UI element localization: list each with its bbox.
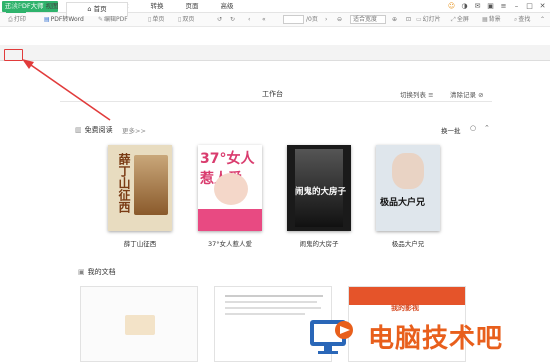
doc-text-line xyxy=(225,313,305,315)
doc-title-3: 我的影视 xyxy=(391,304,419,312)
word-icon: ▤ xyxy=(44,16,50,23)
doc-text-line xyxy=(225,301,317,303)
minimize-icon[interactable]: – xyxy=(511,1,522,12)
close-icon[interactable]: ✕ xyxy=(537,1,548,12)
book-title-4[interactable]: 极品大户兄 xyxy=(363,238,453,248)
menu-icon[interactable]: ≡ xyxy=(498,1,509,12)
more-link[interactable]: 更多>> xyxy=(122,125,146,135)
tab-home[interactable]: ⌂ 首页 xyxy=(66,2,128,16)
docs-icon: ▣ xyxy=(78,268,85,276)
print-icon: ⎙ xyxy=(8,16,13,23)
book-cover-illustration-1 xyxy=(134,155,168,215)
book-cover-title-1: 薛丁山征西 xyxy=(117,153,131,213)
background-icon: ▦ xyxy=(482,16,488,23)
edit-icon: ✎ xyxy=(98,16,104,23)
user-icon[interactable]: ☺ xyxy=(446,1,457,12)
highlight-box xyxy=(4,49,23,61)
switch-list-button[interactable]: 切换列表 ≡ xyxy=(400,89,434,99)
menu-tab-advanced[interactable]: 高级 xyxy=(217,0,237,13)
book-cover-portrait-2 xyxy=(214,173,248,205)
watermark-logo xyxy=(304,316,360,356)
clear-history-button[interactable]: 清除记录 ⊘ xyxy=(450,89,484,99)
search-icon: ⌕ xyxy=(514,16,518,23)
book-title-3[interactable]: 闹鬼的大房子 xyxy=(274,238,364,248)
list-icon: ≡ xyxy=(428,91,434,99)
single-page-icon: ▯ xyxy=(148,16,152,23)
maximize-icon[interactable]: □ xyxy=(524,1,535,12)
message-icon[interactable]: ✉ xyxy=(472,1,483,12)
book-cover-title-4: 极品大户兄 xyxy=(380,198,426,208)
books-icon: ▥ xyxy=(75,126,82,134)
menu-tab-read[interactable]: 阅读 xyxy=(6,0,26,13)
empty-doc-icon xyxy=(125,315,155,335)
book-cover-4[interactable]: 极品大户兄 xyxy=(376,145,440,231)
header-divider xyxy=(60,101,492,102)
book-cover-portrait-4 xyxy=(392,153,424,189)
expand-icon[interactable]: ⌃ xyxy=(484,124,490,132)
doc-text-line xyxy=(225,295,323,297)
book-title-1[interactable]: 薛丁山征西 xyxy=(95,238,185,248)
zoom-select[interactable]: 适合宽度 xyxy=(350,13,386,27)
first-page-icon[interactable]: « xyxy=(262,13,266,27)
double-page-icon: ▯ xyxy=(178,16,182,23)
search-button[interactable]: ⌕查找 xyxy=(514,13,530,27)
document-tab-bar xyxy=(0,45,550,61)
rotate-right-icon[interactable]: ↻ xyxy=(230,13,235,27)
book-title-2[interactable]: 37°女人惹人爱 xyxy=(185,238,275,248)
zoom-in-icon[interactable]: ⊕ xyxy=(392,13,397,27)
fit-icon[interactable]: ⊡ xyxy=(406,13,411,27)
book-cover-3[interactable]: 闹鬼的大房子 xyxy=(287,145,351,231)
trash-icon: ⊘ xyxy=(478,91,484,99)
book-cover-title-3: 闹鬼的大房子 xyxy=(295,187,347,197)
rotate-left-icon[interactable]: ↺ xyxy=(217,13,222,27)
print-button[interactable]: ⎙打印 xyxy=(8,13,26,27)
next-page-icon[interactable]: › xyxy=(325,13,327,27)
prev-page-icon[interactable]: ‹ xyxy=(248,13,250,27)
menu-tab-convert[interactable]: 转换 xyxy=(147,0,167,13)
zoom-out-icon[interactable]: ⊖ xyxy=(337,13,342,27)
fullscreen-icon: ⤢ xyxy=(451,16,456,23)
free-read-title: ▥ 免费阅读 xyxy=(75,126,113,134)
watermark-text: 电脑技术吧 xyxy=(368,324,504,354)
workbench-title: 工作台 xyxy=(262,90,283,98)
fullscreen-button[interactable]: ⤢全屏 xyxy=(451,13,469,27)
book-cover-2[interactable]: 37°女人惹人爱 xyxy=(198,145,262,231)
my-docs-title: ▣ 我的文档 xyxy=(78,268,116,276)
quick-access-bar xyxy=(0,27,550,45)
skin-icon[interactable]: ◑ xyxy=(459,1,470,12)
toolbar-collapse-icon[interactable]: ⌃ xyxy=(540,13,545,27)
refresh-icon[interactable]: ○ xyxy=(470,124,476,132)
menu-tab-page[interactable]: 页面 xyxy=(182,0,202,13)
background-button[interactable]: ▦背景 xyxy=(482,13,501,27)
feedback-icon[interactable]: ▣ xyxy=(485,1,496,12)
single-page-button[interactable]: ▯单页 xyxy=(148,13,164,27)
page-number-field[interactable] xyxy=(283,13,304,27)
page-total: /0页 xyxy=(306,16,318,23)
doc-text-line xyxy=(225,307,321,309)
book-cover-band-2 xyxy=(198,209,262,231)
menu-tab-view[interactable]: 视图 xyxy=(42,0,62,13)
refresh-batch-button[interactable]: 换一批 xyxy=(441,125,461,135)
book-cover-1[interactable]: 薛丁山征西 xyxy=(108,145,172,231)
slideshow-icon: ▭ xyxy=(416,16,422,23)
document-thumbnail-1[interactable] xyxy=(80,286,198,362)
slideshow-button[interactable]: ▭幻灯片 xyxy=(416,13,441,27)
double-page-button[interactable]: ▯双页 xyxy=(178,13,194,27)
